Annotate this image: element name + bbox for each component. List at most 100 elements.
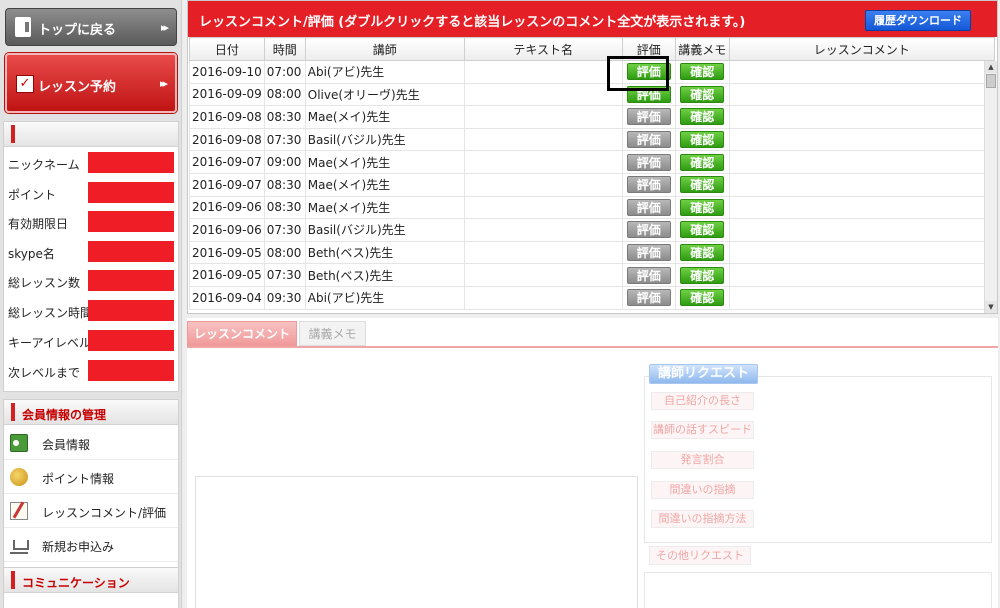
table-scrollbar[interactable]: ▲ ▼: [984, 61, 997, 313]
confirm-memo-button[interactable]: 確認: [680, 198, 725, 216]
member-menu-item[interactable]: ポイント情報: [4, 460, 178, 494]
member-menu-item[interactable]: レッスンコメント/評価: [4, 494, 178, 528]
evaluate-button[interactable]: 評価: [626, 289, 671, 307]
cell-text-name: [463, 83, 623, 107]
cell-comment: [728, 173, 995, 197]
confirm-memo-button[interactable]: 確認: [680, 289, 725, 307]
evaluate-button[interactable]: 評価: [626, 131, 671, 149]
confirm-memo-button[interactable]: 確認: [680, 244, 725, 262]
communication-panel-header[interactable]: コミュニケーション: [4, 568, 178, 593]
profile-value-redacted: [88, 152, 174, 173]
table-row[interactable]: 2016-09-07 08:30 Mae(メイ)先生 評価 確認: [189, 173, 995, 197]
scroll-thumb[interactable]: [986, 74, 996, 88]
evaluate-button[interactable]: 評価: [626, 85, 671, 103]
cell-comment: [728, 286, 995, 310]
evaluate-button[interactable]: 評価: [626, 153, 671, 171]
lesson-comment-textarea[interactable]: [195, 476, 638, 608]
confirm-memo-button[interactable]: 確認: [680, 85, 725, 103]
cell-memo: 確認: [674, 196, 730, 220]
member-menu-label: ポイント情報: [42, 472, 115, 486]
evaluate-button[interactable]: 評価: [626, 176, 671, 194]
top-back-button[interactable]: トップに戻る ▸▸: [5, 8, 177, 46]
cell-teacher: Mae(メイ)先生: [304, 173, 465, 197]
lesson-reserve-button[interactable]: ✓ レッスン予約 ▸▸: [5, 53, 177, 113]
profile-row: 総レッスン時間: [4, 300, 178, 322]
table-row[interactable]: 2016-09-08 08:30 Mae(メイ)先生 評価 確認: [189, 105, 995, 129]
checkbox-icon: ✓: [16, 75, 34, 93]
cell-comment: [728, 150, 995, 174]
evaluate-button[interactable]: 評価: [626, 198, 671, 216]
confirm-memo-button[interactable]: 確認: [680, 176, 725, 194]
profile-label: 次レベルまで: [8, 366, 81, 380]
teacher-request-item[interactable]: 間違いの指摘方法: [651, 510, 754, 528]
confirm-memo-button[interactable]: 確認: [680, 221, 725, 239]
cell-evaluation: 評価: [621, 150, 676, 174]
confirm-memo-button[interactable]: 確認: [680, 153, 725, 171]
cell-evaluation: 評価: [621, 218, 676, 242]
scroll-down-arrow-icon[interactable]: ▼: [985, 301, 997, 313]
profile-row: 総レッスン数: [4, 270, 178, 292]
profile-value-redacted: [88, 360, 174, 381]
confirm-memo-button[interactable]: 確認: [680, 108, 725, 126]
table-header-row: 日付 時間 講師 テキスト名 評価 講義メモ レッスンコメント: [189, 37, 995, 61]
scroll-up-arrow-icon[interactable]: ▲: [985, 61, 997, 73]
cell-evaluation: 評価: [621, 60, 676, 84]
cell-time: 08:30: [263, 105, 306, 129]
lesson-list-panel: レッスンコメント/評価 (ダブルクリックすると該当レッスンのコメント全文が表示さ…: [187, 0, 998, 314]
table-row[interactable]: 2016-09-08 07:30 Basil(バジル)先生 評価 確認: [189, 128, 995, 152]
other-request-textarea[interactable]: [644, 572, 992, 608]
member-menu-label: レッスンコメント/評価: [42, 506, 167, 520]
cell-text-name: [463, 263, 623, 287]
table-row[interactable]: 2016-09-07 09:00 Mae(メイ)先生 評価 確認: [189, 150, 995, 174]
lesson-table: 日付 時間 講師 テキスト名 評価 講義メモ レッスンコメント 2016-09-10 07:0…: [189, 37, 995, 310]
panel-title: レッスンコメント/評価 (ダブルクリックすると該当レッスンのコメント全文が表示さ…: [199, 15, 746, 30]
cell-time: 09:00: [263, 150, 306, 174]
cell-text-name: [463, 173, 623, 197]
cell-text-name: [463, 128, 623, 152]
teacher-request-item[interactable]: 発言割合: [651, 451, 754, 469]
teacher-request-item[interactable]: 自己紹介の長さ: [651, 392, 754, 410]
evaluate-button[interactable]: 評価: [626, 63, 671, 81]
cell-teacher: Abi(アビ)先生: [304, 60, 465, 84]
table-row[interactable]: 2016-09-10 07:00 Abi(アビ)先生 評価 確認: [189, 60, 995, 84]
member-menu-label: 新規お申込み: [42, 540, 115, 554]
cell-evaluation: 評価: [621, 196, 676, 220]
profile-label: キーアイレベル: [8, 336, 91, 350]
confirm-memo-button[interactable]: 確認: [680, 266, 725, 284]
cell-time: 08:00: [263, 241, 306, 265]
cell-date: 2016-09-06: [189, 196, 265, 220]
profile-value-redacted: [88, 182, 174, 203]
teacher-request-item[interactable]: 講師の話すスピード: [651, 421, 754, 439]
evaluate-button[interactable]: 評価: [626, 266, 671, 284]
profile-row: ニックネーム: [4, 152, 178, 174]
cell-memo: 確認: [674, 263, 730, 287]
teacher-request-item[interactable]: 間違いの指摘: [651, 481, 754, 499]
profile-value-redacted: [88, 241, 174, 262]
table-row[interactable]: 2016-09-06 08:30 Mae(メイ)先生 評価 確認: [189, 196, 995, 220]
confirm-memo-button[interactable]: 確認: [680, 63, 725, 81]
table-row[interactable]: 2016-09-05 08:00 Beth(ベス)先生 評価 確認: [189, 241, 995, 265]
evaluate-button[interactable]: 評価: [626, 221, 671, 239]
double-arrow-icon: ▸▸: [160, 21, 169, 34]
cell-memo: 確認: [674, 128, 730, 152]
member-menu-item[interactable]: 新規お申込み: [4, 528, 178, 562]
history-download-button[interactable]: 履歴ダウンロード: [865, 10, 971, 31]
evaluate-button[interactable]: 評価: [626, 108, 671, 126]
member-section-title: 会員情報の管理: [22, 408, 107, 422]
table-row[interactable]: 2016-09-05 07:30 Beth(ベス)先生 評価 確認: [189, 263, 995, 287]
header-accent-bar: [11, 125, 15, 143]
sidebar: トップに戻る ▸▸ ✓ レッスン予約 ▸▸ ニックネーム ポイント 有効期限日 sky…: [0, 0, 182, 608]
column-header: 講義メモ: [674, 37, 730, 61]
cell-comment: [728, 263, 995, 287]
cell-time: 08:30: [263, 173, 306, 197]
member-menu-item[interactable]: 会員情報: [4, 426, 178, 460]
table-row[interactable]: 2016-09-09 08:00 Olive(オリーヴ)先生 評価 確認: [189, 83, 995, 107]
cell-comment: [728, 196, 995, 220]
table-row[interactable]: 2016-09-06 07:30 Basil(バジル)先生 評価 確認: [189, 218, 995, 242]
tab-lesson-comment[interactable]: レッスンコメント: [187, 321, 297, 346]
cell-time: 07:30: [263, 218, 306, 242]
confirm-memo-button[interactable]: 確認: [680, 131, 725, 149]
table-row[interactable]: 2016-09-04 09:30 Abi(アビ)先生 評価 確認: [189, 286, 995, 310]
tab-lecture-memo[interactable]: 講義メモ: [299, 321, 366, 346]
evaluate-button[interactable]: 評価: [626, 244, 671, 262]
